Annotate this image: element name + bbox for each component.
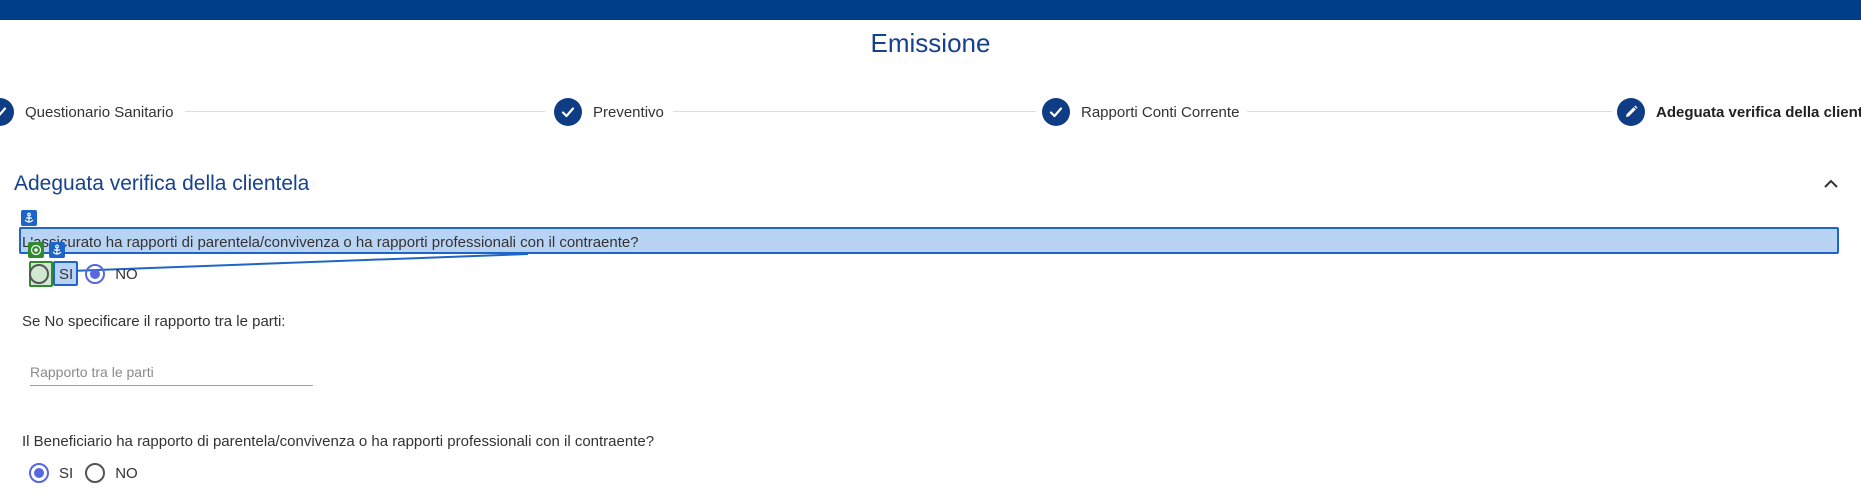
radio-group-assicurato: SI NO bbox=[29, 264, 150, 284]
step-connector bbox=[185, 111, 545, 112]
target-icon bbox=[28, 242, 44, 258]
step-connector bbox=[673, 111, 1036, 112]
top-bar bbox=[0, 0, 1861, 20]
step-preventivo[interactable]: Preventivo bbox=[554, 98, 664, 126]
anchor-icon bbox=[49, 242, 65, 258]
question-assicurato: L'assicurato ha rapporti di parentela/co… bbox=[22, 234, 639, 251]
step-label: Adeguata verifica della cliente bbox=[1656, 103, 1861, 121]
radio-no[interactable]: NO bbox=[85, 264, 138, 284]
radio-button[interactable] bbox=[85, 463, 106, 483]
step-adeguata-verifica[interactable]: Adeguata verifica della cliente bbox=[1617, 98, 1861, 126]
radio-button[interactable] bbox=[85, 264, 106, 284]
radio-label: NO bbox=[115, 464, 138, 482]
radio-label: SI bbox=[59, 464, 74, 482]
relationship-input[interactable] bbox=[30, 361, 313, 383]
check-icon bbox=[1042, 98, 1070, 126]
page-title: Emissione bbox=[870, 28, 991, 58]
relationship-field bbox=[30, 361, 313, 386]
section-title: Adeguata verifica della clientela bbox=[14, 172, 310, 195]
chevron-up-icon[interactable] bbox=[1821, 174, 1841, 194]
radio-label: SI bbox=[59, 265, 74, 283]
radio-si[interactable]: SI bbox=[29, 463, 73, 483]
step-label: Preventivo bbox=[593, 103, 664, 121]
check-icon bbox=[0, 98, 14, 126]
anchor-icon bbox=[21, 210, 37, 226]
question-beneficiario: Il Beneficiario ha rapporto di parentela… bbox=[22, 433, 655, 450]
step-label: Questionario Sanitario bbox=[25, 103, 174, 121]
radio-button[interactable] bbox=[29, 463, 49, 483]
radio-button[interactable] bbox=[29, 264, 49, 284]
stepper: Questionario Sanitario Preventivo Rappor… bbox=[0, 92, 1861, 132]
relationship-label: Se No specificare il rapporto tra le par… bbox=[22, 313, 286, 330]
step-questionario-sanitario[interactable]: Questionario Sanitario bbox=[0, 98, 173, 126]
check-icon bbox=[554, 98, 582, 126]
step-connector bbox=[1247, 111, 1612, 112]
step-rapporti-conti-corrente[interactable]: Rapporti Conti Corrente bbox=[1042, 98, 1239, 126]
radio-group-beneficiario: SI NO bbox=[29, 463, 150, 483]
step-label: Rapporti Conti Corrente bbox=[1081, 103, 1240, 121]
radio-no[interactable]: NO bbox=[85, 463, 138, 483]
radio-label: NO bbox=[115, 265, 138, 283]
radio-si[interactable]: SI bbox=[29, 264, 73, 284]
edit-icon bbox=[1617, 98, 1645, 126]
page: Emissione Questionario Sanitario Prevent… bbox=[0, 0, 1861, 495]
